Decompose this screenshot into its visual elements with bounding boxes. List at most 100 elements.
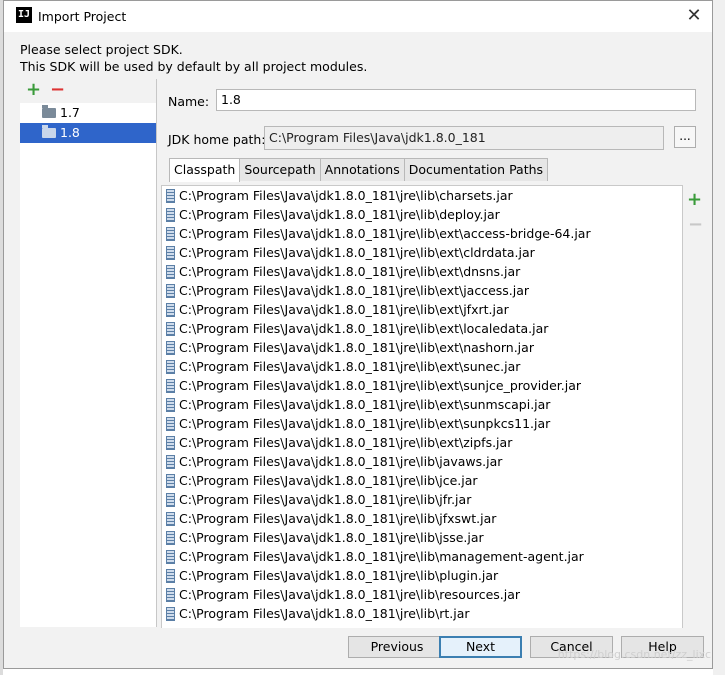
classpath-entry: C:\Program Files\Java\jdk1.8.0_181\jre\l… — [179, 473, 478, 488]
intro-line-2: This SDK will be used by default by all … — [20, 59, 368, 74]
classpath-entry: C:\Program Files\Java\jdk1.8.0_181\jre\l… — [179, 435, 513, 450]
sdk-item-1-7[interactable]: 1.7 — [20, 103, 156, 123]
sdk-tabs: Classpath Sourcepath Annotations Documen… — [169, 158, 549, 182]
intellij-app-icon: IJ — [16, 7, 32, 23]
jdk-folder-icon — [42, 105, 56, 118]
classpath-row[interactable]: C:\Program Files\Java\jdk1.8.0_181\jre\l… — [162, 604, 682, 623]
jar-file-icon — [166, 436, 175, 450]
classpath-row[interactable]: C:\Program Files\Java\jdk1.8.0_181\jre\l… — [162, 509, 682, 528]
classpath-row[interactable]: C:\Program Files\Java\jdk1.8.0_181\jre\l… — [162, 186, 682, 205]
classpath-row[interactable]: C:\Program Files\Java\jdk1.8.0_181\jre\l… — [162, 414, 682, 433]
sdk-item-label: 1.7 — [60, 105, 80, 120]
previous-button[interactable]: Previous — [348, 636, 446, 658]
tab-sourcepath[interactable]: Sourcepath — [239, 158, 321, 181]
classpath-row[interactable]: C:\Program Files\Java\jdk1.8.0_181\jre\l… — [162, 490, 682, 509]
remove-classpath-icon[interactable]: − — [688, 214, 703, 235]
classpath-entry: C:\Program Files\Java\jdk1.8.0_181\jre\l… — [179, 340, 534, 355]
add-classpath-icon[interactable]: + — [687, 189, 702, 210]
classpath-entry: C:\Program Files\Java\jdk1.8.0_181\jre\l… — [179, 416, 551, 431]
classpath-entry: C:\Program Files\Java\jdk1.8.0_181\jre\l… — [179, 397, 551, 412]
classpath-row[interactable]: C:\Program Files\Java\jdk1.8.0_181\jre\l… — [162, 243, 682, 262]
classpath-row[interactable]: C:\Program Files\Java\jdk1.8.0_181\jre\l… — [162, 452, 682, 471]
classpath-row[interactable]: C:\Program Files\Java\jdk1.8.0_181\jre\l… — [162, 433, 682, 452]
jar-file-icon — [166, 360, 175, 374]
classpath-entry: C:\Program Files\Java\jdk1.8.0_181\jre\l… — [179, 378, 582, 393]
classpath-row[interactable]: C:\Program Files\Java\jdk1.8.0_181\jre\l… — [162, 262, 682, 281]
sdk-item-1-8[interactable]: 1.8 — [20, 123, 156, 143]
classpath-entry: C:\Program Files\Java\jdk1.8.0_181\jre\l… — [179, 511, 497, 526]
name-label: Name: — [168, 94, 210, 109]
add-sdk-icon[interactable]: + — [26, 80, 41, 100]
tab-annotations[interactable]: Annotations — [319, 158, 405, 181]
watermark: https://blog.csdn.net/zz_lixc — [557, 648, 711, 661]
jar-file-icon — [166, 208, 175, 222]
import-project-dialog: IJ Import Project ✕ Please select projec… — [3, 0, 713, 669]
browse-button[interactable]: ... — [674, 126, 696, 148]
jar-file-icon — [166, 455, 175, 469]
jdk-home-label: JDK home path: — [168, 132, 266, 147]
classpath-entry: C:\Program Files\Java\jdk1.8.0_181\jre\l… — [179, 359, 521, 374]
classpath-row[interactable]: C:\Program Files\Java\jdk1.8.0_181\jre\l… — [162, 395, 682, 414]
jar-file-icon — [166, 417, 175, 431]
sdk-list-toolbar: + − — [20, 79, 156, 103]
intro-line-1: Please select project SDK. — [20, 42, 183, 57]
intro-text: Please select project SDK. This SDK will… — [20, 41, 367, 75]
jar-file-icon — [166, 607, 175, 621]
sdk-list-panel: + − 1.7 1.8 — [20, 79, 157, 627]
classpath-entry: C:\Program Files\Java\jdk1.8.0_181\jre\l… — [179, 568, 499, 583]
classpath-entry: C:\Program Files\Java\jdk1.8.0_181\jre\l… — [179, 492, 472, 507]
jar-file-icon — [166, 531, 175, 545]
classpath-row[interactable]: C:\Program Files\Java\jdk1.8.0_181\jre\l… — [162, 319, 682, 338]
close-icon[interactable]: ✕ — [682, 5, 706, 27]
classpath-entry: C:\Program Files\Java\jdk1.8.0_181\jre\l… — [179, 283, 530, 298]
classpath-row[interactable]: C:\Program Files\Java\jdk1.8.0_181\jre\l… — [162, 585, 682, 604]
classpath-list[interactable]: C:\Program Files\Java\jdk1.8.0_181\jre\l… — [161, 185, 683, 628]
classpath-row[interactable]: C:\Program Files\Java\jdk1.8.0_181\jre\l… — [162, 224, 682, 243]
jar-file-icon — [166, 189, 175, 203]
jar-file-icon — [166, 265, 175, 279]
window-title: Import Project — [38, 9, 127, 24]
jar-file-icon — [166, 284, 175, 298]
name-field[interactable]: 1.8 — [216, 89, 696, 111]
classpath-entry: C:\Program Files\Java\jdk1.8.0_181\jre\l… — [179, 549, 584, 564]
jar-file-icon — [166, 322, 175, 336]
classpath-entry: C:\Program Files\Java\jdk1.8.0_181\jre\l… — [179, 264, 521, 279]
tab-classpath[interactable]: Classpath — [169, 158, 241, 182]
classpath-entry: C:\Program Files\Java\jdk1.8.0_181\jre\l… — [179, 530, 484, 545]
classpath-entry: C:\Program Files\Java\jdk1.8.0_181\jre\l… — [179, 587, 521, 602]
next-button[interactable]: Next — [439, 636, 522, 658]
classpath-row[interactable]: C:\Program Files\Java\jdk1.8.0_181\jre\l… — [162, 281, 682, 300]
background-window-edge-right — [713, 0, 725, 675]
jar-file-icon — [166, 379, 175, 393]
jar-file-icon — [166, 246, 175, 260]
tab-documentation-paths[interactable]: Documentation Paths — [403, 158, 549, 181]
jdk-home-path-field[interactable]: C:\Program Files\Java\jdk1.8.0_181 — [264, 126, 664, 150]
classpath-row[interactable]: C:\Program Files\Java\jdk1.8.0_181\jre\l… — [162, 528, 682, 547]
classpath-entry: C:\Program Files\Java\jdk1.8.0_181\jre\l… — [179, 226, 591, 241]
jdk-folder-icon — [42, 125, 56, 138]
classpath-entry: C:\Program Files\Java\jdk1.8.0_181\jre\l… — [179, 321, 549, 336]
remove-sdk-icon[interactable]: − — [50, 80, 65, 100]
classpath-entry: C:\Program Files\Java\jdk1.8.0_181\jre\l… — [179, 302, 509, 317]
sdk-item-label: 1.8 — [60, 125, 80, 140]
classpath-entry: C:\Program Files\Java\jdk1.8.0_181\jre\l… — [179, 606, 470, 621]
classpath-entry: C:\Program Files\Java\jdk1.8.0_181\jre\l… — [179, 454, 503, 469]
classpath-row[interactable]: C:\Program Files\Java\jdk1.8.0_181\jre\l… — [162, 338, 682, 357]
jar-file-icon — [166, 341, 175, 355]
jar-file-icon — [166, 569, 175, 583]
jar-file-icon — [166, 227, 175, 241]
classpath-row[interactable]: C:\Program Files\Java\jdk1.8.0_181\jre\l… — [162, 376, 682, 395]
classpath-row[interactable]: C:\Program Files\Java\jdk1.8.0_181\jre\l… — [162, 547, 682, 566]
classpath-entry: C:\Program Files\Java\jdk1.8.0_181\jre\l… — [179, 207, 500, 222]
classpath-row[interactable]: C:\Program Files\Java\jdk1.8.0_181\jre\l… — [162, 471, 682, 490]
jar-file-icon — [166, 550, 175, 564]
sdk-details-panel: Name: 1.8 JDK home path: C:\Program File… — [157, 79, 713, 628]
jar-file-icon — [166, 398, 175, 412]
classpath-row[interactable]: C:\Program Files\Java\jdk1.8.0_181\jre\l… — [162, 300, 682, 319]
classpath-entry: C:\Program Files\Java\jdk1.8.0_181\jre\l… — [179, 188, 513, 203]
jar-file-icon — [166, 474, 175, 488]
classpath-row[interactable]: C:\Program Files\Java\jdk1.8.0_181\jre\l… — [162, 357, 682, 376]
classpath-row[interactable]: C:\Program Files\Java\jdk1.8.0_181\jre\l… — [162, 566, 682, 585]
classpath-entry: C:\Program Files\Java\jdk1.8.0_181\jre\l… — [179, 245, 535, 260]
classpath-row[interactable]: C:\Program Files\Java\jdk1.8.0_181\jre\l… — [162, 205, 682, 224]
